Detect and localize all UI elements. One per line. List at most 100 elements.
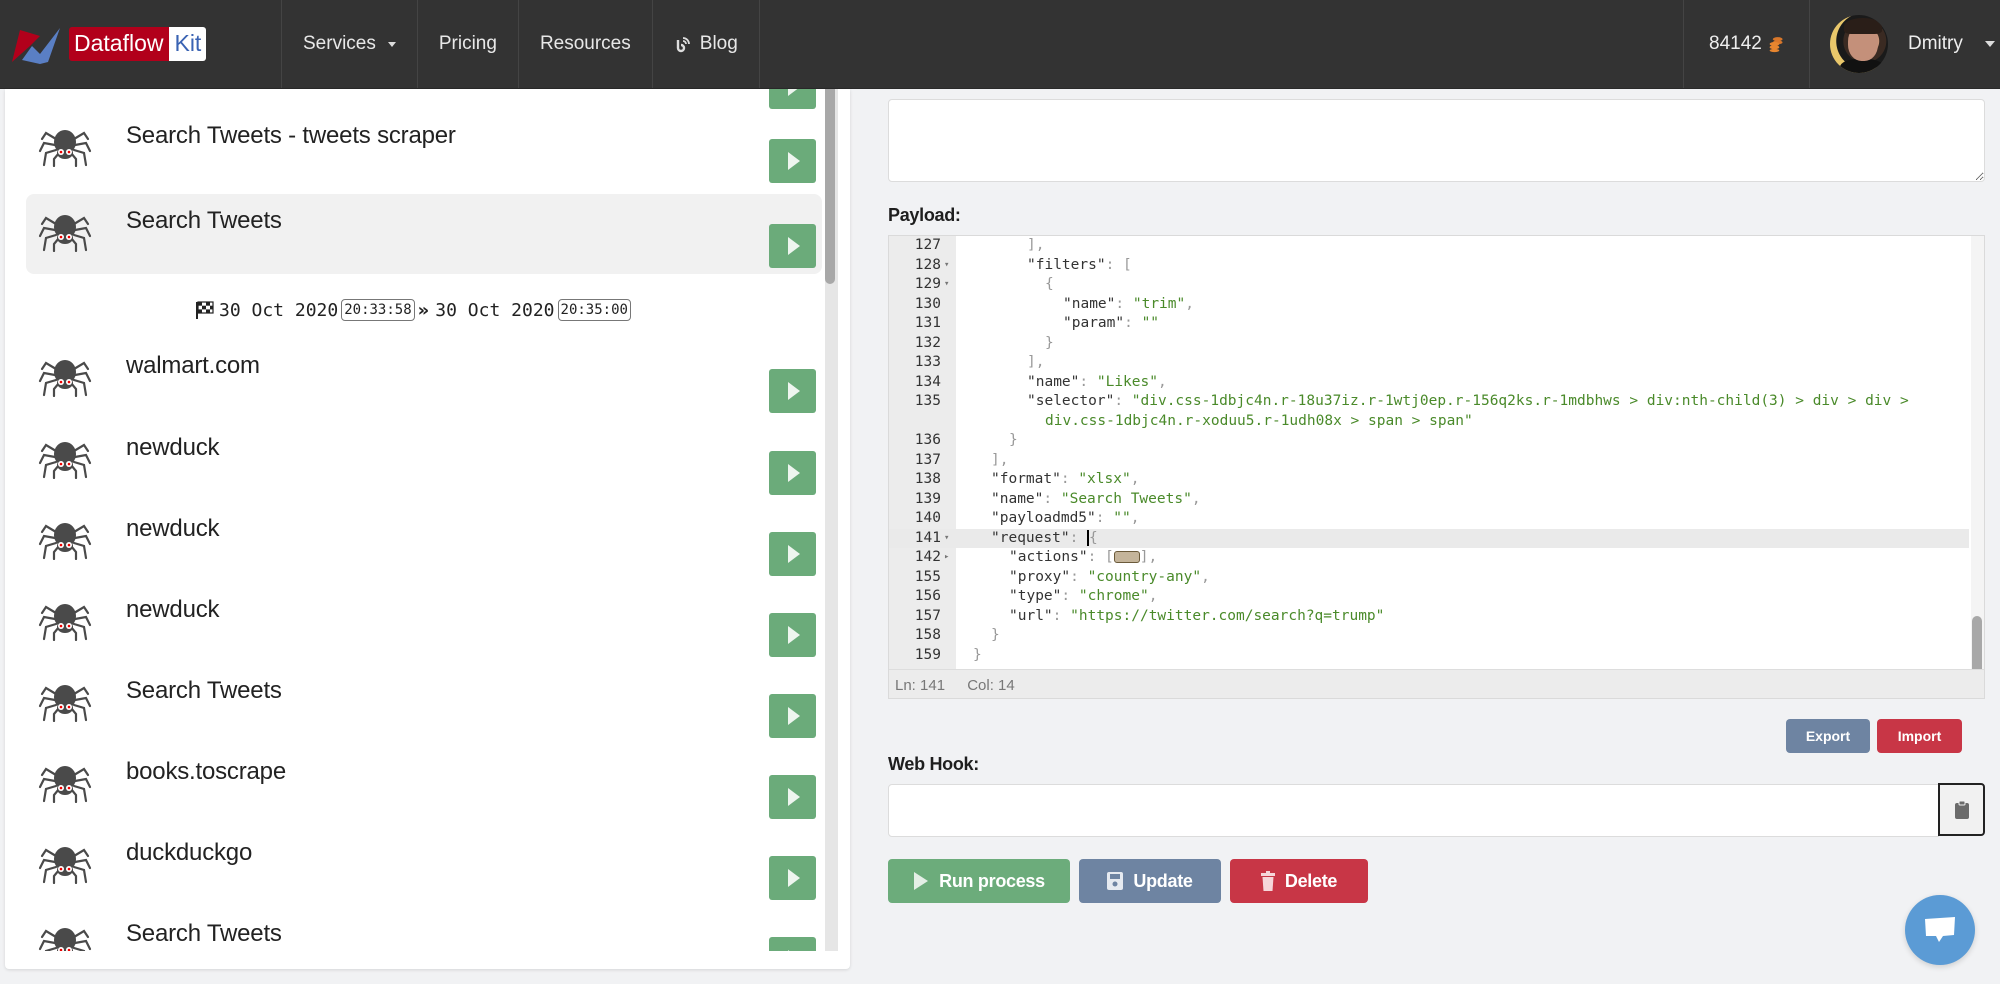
task-list-item[interactable]: newduck	[26, 583, 822, 663]
blog-rss-icon	[676, 37, 690, 53]
line-number: 128	[914, 256, 941, 273]
code-text: "proxy": "country-any",	[1009, 568, 1210, 585]
nav-pricing[interactable]: Pricing	[418, 0, 519, 88]
payload-label: Payload:	[888, 205, 961, 225]
run-start-time: 20:33:58	[341, 299, 415, 321]
code-text: "name": "Search Tweets",	[991, 490, 1201, 507]
code-text: "url": "https://twitter.com/search?q=tru…	[1009, 607, 1385, 624]
spider-icon	[38, 766, 92, 803]
code-line: 137],	[889, 451, 1969, 471]
code-text: "format": "xlsx",	[991, 471, 1140, 487]
spider-icon	[38, 847, 92, 884]
code-line: 138 "format": "xlsx",	[889, 470, 1969, 490]
export-button[interactable]: Export	[1786, 719, 1870, 753]
task-title: books.toscrape	[126, 758, 286, 785]
credits-balance[interactable]: 84142	[1683, 0, 1810, 88]
nav-blog[interactable]: Blog	[653, 0, 760, 88]
task-list-scrollbar-thumb[interactable]	[825, 89, 835, 284]
code-line: 135 "selector": "div.css-1dbjc4n.r-18u37i…	[889, 392, 1969, 412]
nav-resources[interactable]: Resources	[519, 0, 653, 88]
editor-scrollbar-track[interactable]	[1971, 236, 1984, 669]
task-list: Search Tweets - tweets scraper Search Twe…	[5, 89, 825, 951]
run-task-button[interactable]	[769, 937, 816, 951]
task-list-item[interactable]: Search Tweets	[26, 664, 822, 744]
folded-content-widget[interactable]	[1113, 551, 1140, 563]
spider-icon	[38, 130, 92, 167]
code-text: "name": "Likes",	[1027, 373, 1167, 390]
code-line: 155 "proxy": "country-any",	[889, 568, 1969, 588]
play-icon	[788, 464, 800, 482]
task-list-item[interactable]: walmart.com	[26, 339, 822, 419]
run-task-button[interactable]	[769, 532, 816, 576]
fold-open-icon[interactable]: ▾	[944, 256, 949, 276]
code-line: 142 ▸ "actions": [],	[889, 548, 1969, 568]
fold-closed-icon[interactable]: ▸	[944, 548, 949, 568]
code-text: ],	[991, 451, 1009, 468]
code-line: 136}	[889, 431, 1969, 451]
code-text: "filters": [	[1027, 256, 1132, 273]
run-end-time: 20:35:00	[557, 299, 631, 321]
run-task-button[interactable]	[769, 856, 816, 900]
line-number: 158	[914, 627, 941, 643]
chat-widget-button[interactable]	[1905, 895, 1975, 965]
double-chevron-right-icon: »	[417, 299, 430, 321]
nav-services[interactable]: Services	[282, 0, 418, 88]
line-number: 156	[914, 588, 941, 604]
run-task-button[interactable]	[769, 369, 816, 413]
task-list-item[interactable]: newduck	[26, 502, 822, 582]
line-number: 141	[914, 529, 941, 546]
editor-content[interactable]: 127], 128 ▾ "filters": [129 ▾{130 "name": "tr…	[889, 236, 1969, 669]
run-process-button[interactable]: Run process	[888, 859, 1070, 903]
brand-wordmark: Dataflow Kit	[69, 27, 207, 61]
line-number: 133	[914, 354, 941, 370]
task-list-item[interactable]: Search Tweets	[26, 194, 822, 274]
task-list-item[interactable]: books.toscrape	[26, 745, 822, 825]
code-text: }	[991, 627, 1000, 643]
editor-scrollbar-thumb[interactable]	[1972, 616, 1982, 676]
code-line: 139 "name": "Search Tweets",	[889, 490, 1969, 510]
code-text: "actions": [],	[1009, 549, 1158, 565]
task-title: newduck	[126, 434, 220, 461]
brand-logo[interactable]: Dataflow Kit	[0, 0, 282, 88]
fold-open-icon[interactable]: ▾	[944, 275, 949, 295]
code-line: 128 ▾ "filters": [	[889, 256, 1969, 276]
code-text: }	[973, 646, 982, 663]
run-task-button[interactable]	[769, 451, 816, 495]
chat-bubble-icon	[1925, 917, 1955, 942]
import-button[interactable]: Import	[1877, 719, 1962, 753]
code-text: "param": ""	[1063, 315, 1160, 331]
line-number: 136	[914, 432, 941, 448]
nav-services-label: Services	[303, 33, 376, 54]
run-task-button[interactable]	[769, 224, 816, 268]
payload-code-editor[interactable]: 127], 128 ▾ "filters": [129 ▾{130 "name": "tr…	[888, 235, 1985, 699]
run-task-button[interactable]	[769, 89, 816, 109]
play-icon	[788, 152, 800, 170]
avatar	[1830, 15, 1888, 73]
run-task-button[interactable]	[769, 775, 816, 819]
task-list-item[interactable]: duckduckgo	[26, 826, 822, 906]
fold-open-icon[interactable]: ▾	[944, 529, 949, 549]
paste-clipboard-button[interactable]	[1938, 783, 1985, 836]
code-line: div.css-1dbjc4n.r-xoduu5.r-1udh08x > spa…	[889, 412, 1969, 432]
run-process-label: Run process	[939, 870, 1045, 891]
run-task-button[interactable]	[769, 139, 816, 183]
description-textarea[interactable]	[888, 99, 1985, 182]
line-number: 139	[914, 490, 941, 507]
code-line: 159}	[889, 646, 1969, 666]
line-number: 127	[914, 237, 941, 253]
play-icon	[788, 869, 800, 887]
code-line: 158}	[889, 626, 1969, 646]
code-text: "payloadmd5": "",	[991, 510, 1140, 526]
line-number: 155	[914, 568, 941, 585]
webhook-input[interactable]	[888, 784, 1939, 837]
task-list-item[interactable]: Search Tweets - tweets scraper	[26, 109, 822, 189]
run-task-button[interactable]	[769, 694, 816, 738]
task-title: Search Tweets	[126, 677, 282, 704]
code-text: div.css-1dbjc4n.r-xoduu5.r-1udh08x > spa…	[1045, 412, 1473, 429]
user-menu[interactable]: Dmitry	[1810, 0, 2000, 88]
task-list-item[interactable]: newduck	[26, 421, 822, 501]
run-task-button[interactable]	[769, 613, 816, 657]
update-button[interactable]: Update	[1079, 859, 1221, 903]
task-list-item[interactable]: Search Tweets	[26, 907, 822, 951]
delete-button[interactable]: Delete	[1230, 859, 1368, 903]
